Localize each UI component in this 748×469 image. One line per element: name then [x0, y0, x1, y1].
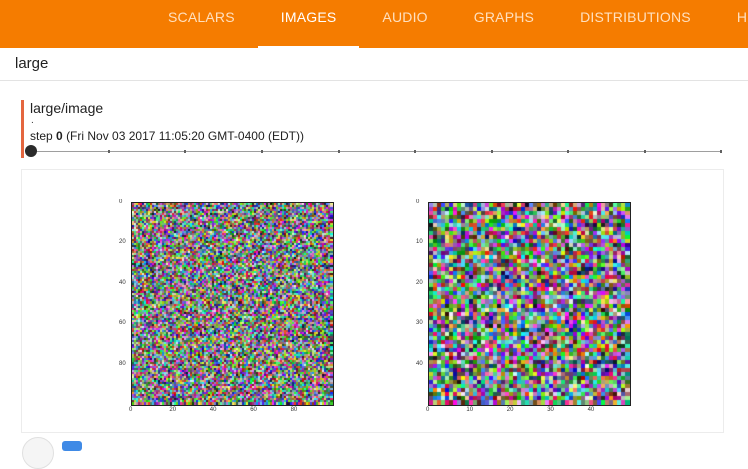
step-value: 0	[56, 129, 63, 143]
y-tick-label: 80	[119, 360, 126, 367]
slider-tick	[491, 150, 493, 153]
step-info: step 0 (Fri Nov 03 2017 11:05:20 GMT-040…	[30, 129, 304, 143]
x-tick-label: 10	[466, 407, 474, 413]
step-slider-track[interactable]	[31, 151, 722, 152]
y-tick-label: 0	[119, 199, 123, 205]
x-tick-label: 20	[169, 407, 177, 413]
tab-images[interactable]: IMAGES	[257, 0, 360, 48]
top-navigation-bar: SCALARS IMAGES AUDIO GRAPHS DISTRIBUTION…	[0, 0, 748, 48]
y-tick-label: 40	[119, 279, 126, 286]
group-title: large	[15, 55, 49, 72]
noise-image-2	[428, 202, 631, 406]
noise-image-1	[131, 202, 334, 406]
tab-distributions[interactable]: DISTRIBUTIONS	[557, 0, 714, 48]
x-tick-label: 30	[547, 407, 554, 413]
x-tick-label: 0	[426, 407, 430, 413]
x-tick-label: 40	[209, 407, 217, 413]
x-tick-label: 80	[290, 407, 298, 413]
slider-tick	[567, 150, 569, 153]
tab-histograms[interactable]: HISTOGRAMS	[714, 0, 748, 48]
x-tick-label: 20	[506, 407, 514, 413]
y-tick-label: 20	[416, 279, 423, 286]
x-tick-label: 60	[250, 407, 257, 413]
y-tick-label: 60	[119, 320, 126, 327]
y-tick-label: 20	[119, 239, 126, 246]
slider-tick	[338, 150, 340, 153]
blue-button[interactable]	[62, 441, 82, 451]
slider-tick	[261, 150, 263, 153]
y-tick-label: 0	[416, 199, 420, 205]
step-slider-knob[interactable]	[25, 145, 37, 157]
tab-graphs[interactable]: GRAPHS	[451, 0, 557, 48]
dashboard-tabs: SCALARS IMAGES AUDIO GRAPHS DISTRIBUTION…	[145, 0, 748, 48]
tag-group-header[interactable]: large	[0, 48, 748, 81]
image-tag-name: large/image	[30, 100, 104, 116]
slider-tick	[184, 150, 186, 153]
tab-scalars[interactable]: SCALARS	[145, 0, 258, 48]
slider-tick	[108, 150, 110, 153]
tab-audio[interactable]: AUDIO	[359, 0, 450, 48]
avatar	[22, 437, 54, 469]
slider-tick	[414, 150, 416, 153]
run-dot: .	[31, 115, 34, 126]
step-label: step	[30, 129, 53, 143]
slider-tick	[720, 150, 722, 153]
slider-tick	[644, 150, 646, 153]
y-tick-label: 10	[416, 239, 423, 246]
y-tick-label: 30	[416, 320, 423, 327]
card-accent-bar	[21, 100, 24, 158]
x-tick-label: 0	[129, 407, 133, 413]
y-tick-label: 40	[416, 360, 423, 367]
step-timestamp: (Fri Nov 03 2017 11:05:20 GMT-0400 (EDT)…	[66, 129, 304, 143]
x-tick-label: 40	[587, 407, 595, 413]
